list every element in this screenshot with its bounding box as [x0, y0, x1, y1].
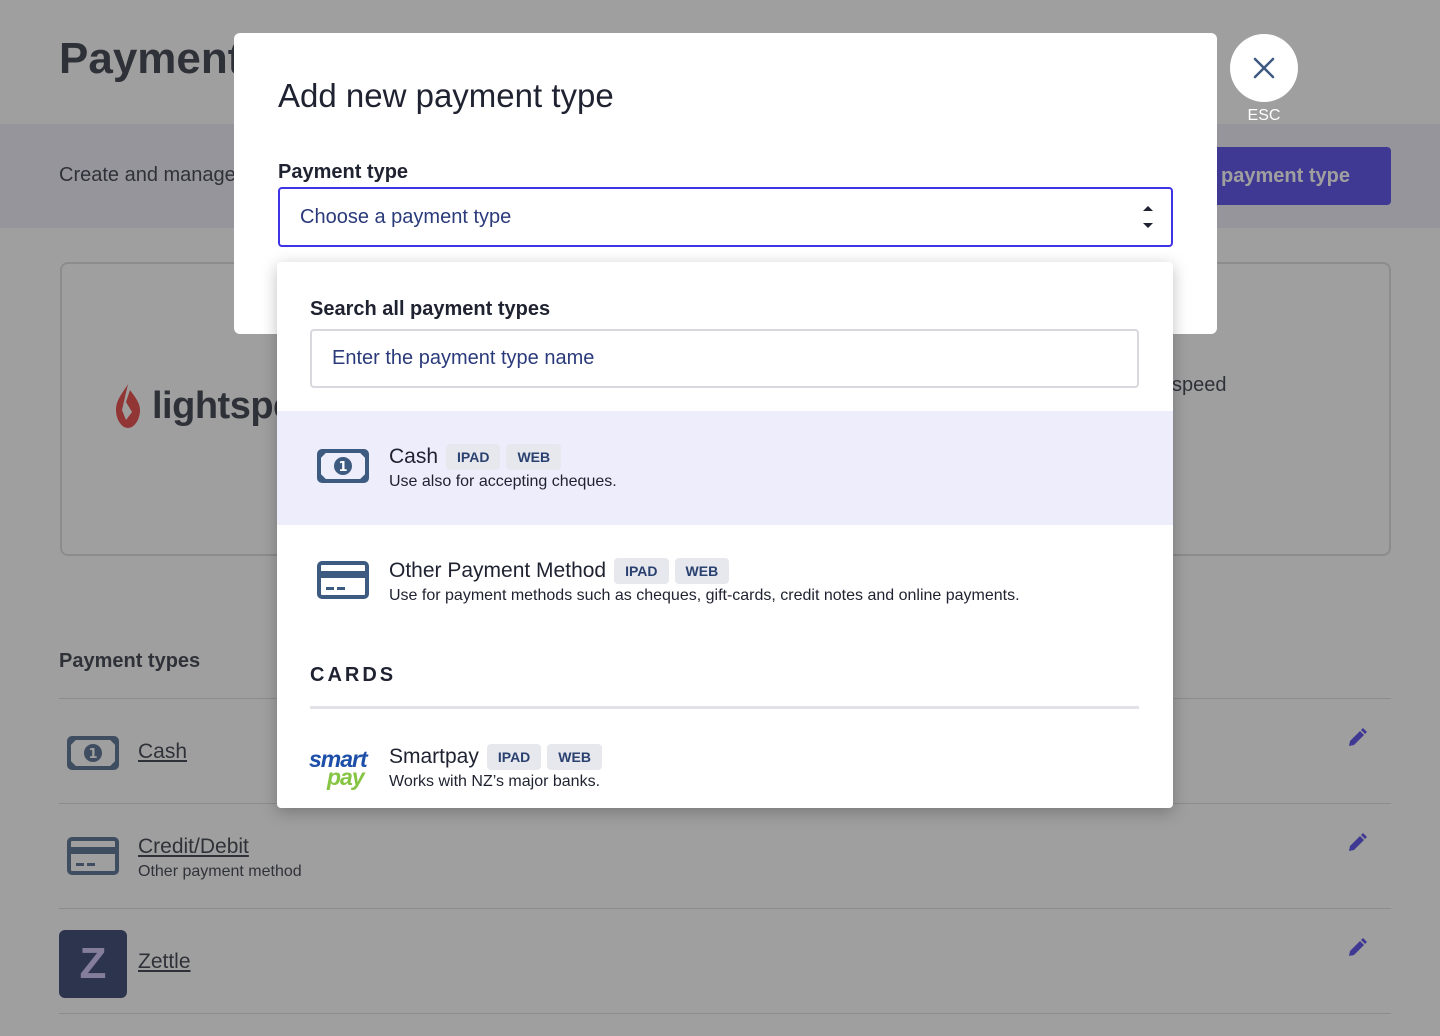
- tag-ipad: IPAD: [446, 444, 501, 470]
- option-title-row: Other Payment Method IPAD WEB: [389, 558, 730, 584]
- select-arrows-icon: [1143, 206, 1153, 228]
- option-title: Cash: [389, 445, 439, 468]
- payment-type-label: Payment type: [278, 161, 409, 183]
- cards-category-heading: CARDS: [310, 664, 397, 686]
- option-title: Other Payment Method: [389, 559, 607, 582]
- option-description: Use for payment methods such as cheques,…: [389, 587, 1020, 604]
- tag-ipad: IPAD: [614, 558, 669, 584]
- option-cash[interactable]: 1 Cash IPAD WEB Use also for accepting c…: [277, 411, 1173, 525]
- close-button[interactable]: [1230, 34, 1298, 102]
- payment-type-dropdown: Search all payment types 1 Cash IPAD WEB…: [277, 262, 1173, 808]
- payment-type-search-input[interactable]: [310, 329, 1139, 388]
- cards-category-divider: [310, 706, 1139, 709]
- modal-title: Add new payment type: [278, 77, 614, 114]
- esc-label: ESC: [1247, 107, 1281, 124]
- close-icon: [1253, 57, 1275, 79]
- cash-icon: 1: [317, 449, 369, 483]
- svg-text:1: 1: [338, 460, 347, 475]
- option-other-payment-method[interactable]: Other Payment Method IPAD WEB Use for pa…: [277, 525, 1173, 639]
- card-icon: [317, 561, 369, 599]
- tag-web: WEB: [506, 444, 562, 470]
- option-smartpay[interactable]: smart pay Smartpay IPAD WEB Works with N…: [277, 711, 1173, 808]
- option-title: Smartpay: [389, 745, 479, 768]
- smartpay-logo-bottom: pay: [327, 764, 365, 790]
- select-placeholder: Choose a payment type: [300, 206, 512, 228]
- option-title-row: Cash IPAD WEB: [389, 444, 562, 470]
- search-label: Search all payment types: [310, 298, 551, 320]
- option-description: Works with NZ’s major banks.: [389, 773, 601, 790]
- tag-web: WEB: [674, 558, 730, 584]
- tag-web: WEB: [547, 744, 602, 770]
- payment-type-select[interactable]: Choose a payment type: [278, 187, 1173, 247]
- option-title-row: Smartpay IPAD WEB: [389, 744, 602, 770]
- smartpay-logo: smart pay: [309, 746, 377, 790]
- tag-ipad: IPAD: [486, 744, 542, 770]
- option-description: Use also for accepting cheques.: [389, 473, 617, 490]
